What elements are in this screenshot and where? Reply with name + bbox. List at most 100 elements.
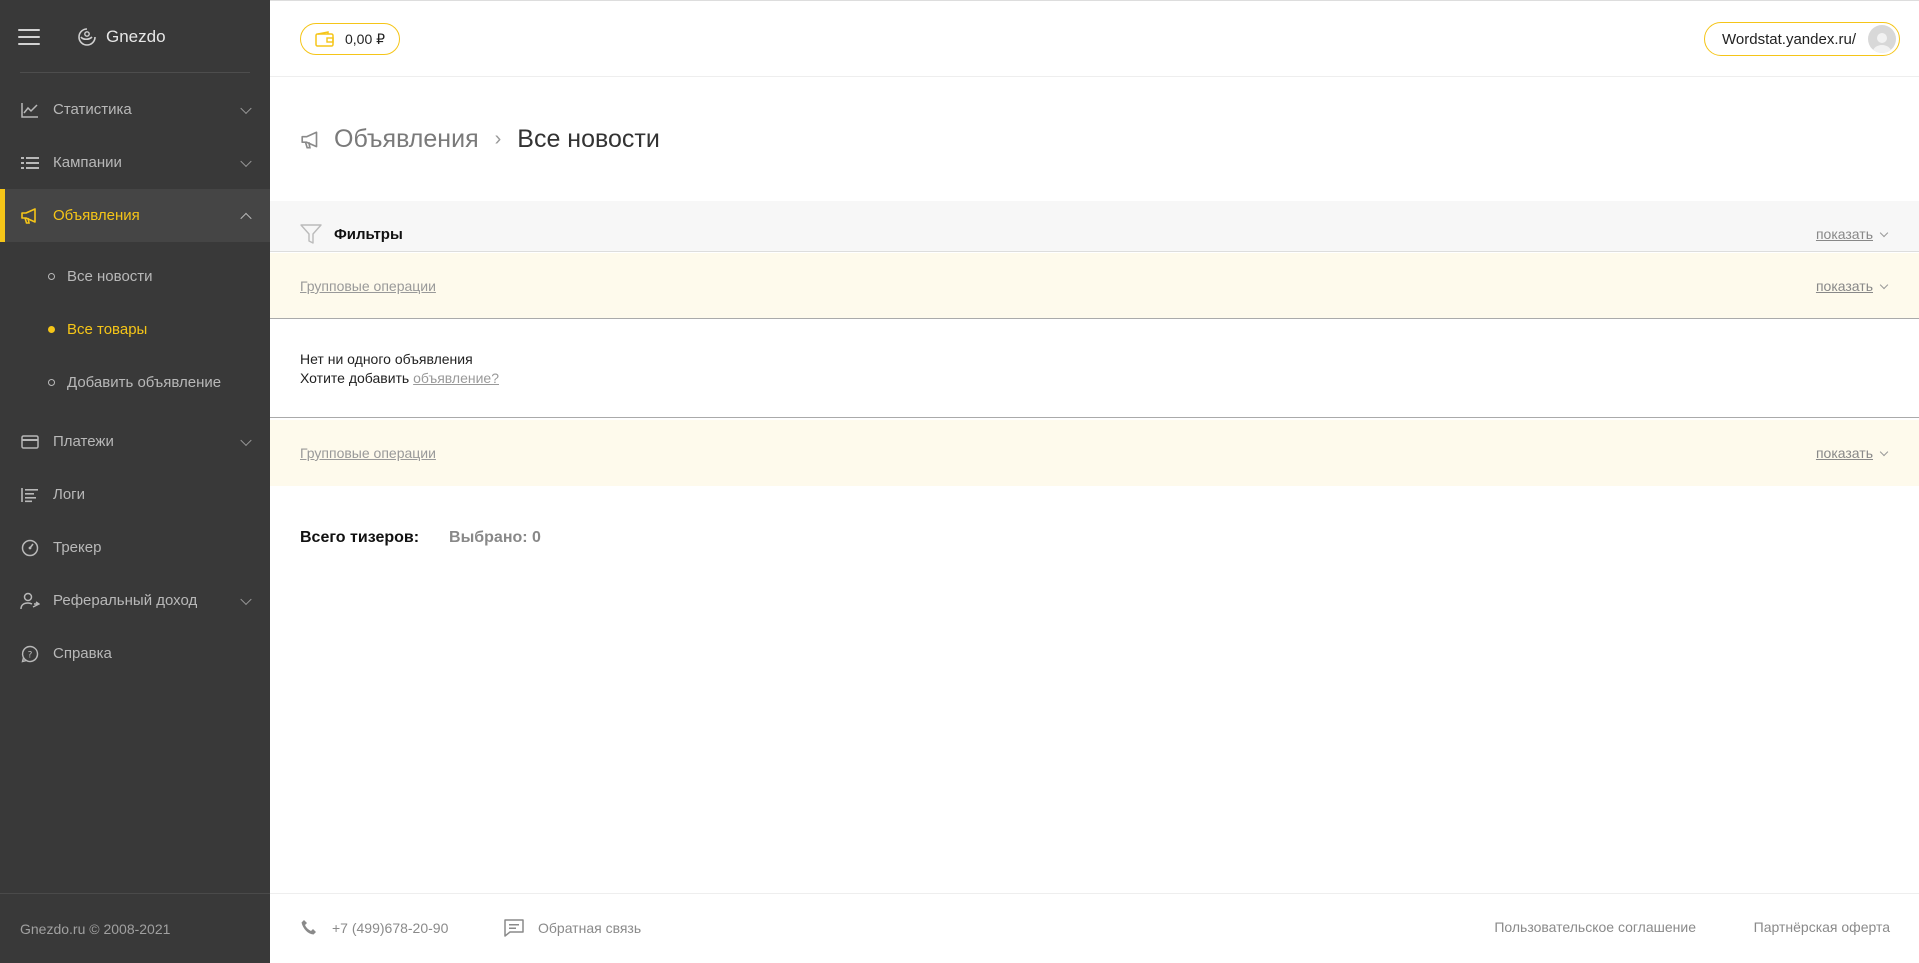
chevron-down-icon	[240, 593, 252, 605]
chevron-up-icon	[240, 212, 252, 224]
site-selector[interactable]: Wordstat.yandex.ru/	[1704, 22, 1900, 56]
subitem-add-ad[interactable]: Добавить объявление	[0, 356, 270, 409]
sidebar-item-ads[interactable]: Объявления	[0, 189, 270, 242]
sidebar-item-label: Реферальный доход	[53, 592, 198, 609]
gauge-icon	[20, 538, 40, 558]
sidebar-item-referral[interactable]: Реферальный доход	[0, 574, 270, 627]
sidebar-footer: Gnezdo.ru © 2008-2021	[0, 893, 270, 963]
offer-label: Партнёрская оферта	[1753, 919, 1890, 935]
empty-message: Нет ни одного объявления	[300, 351, 473, 367]
wallet-icon	[315, 31, 334, 47]
sidebar-nav-lower: Платежи Логи Трекер Реферальный доход ? …	[0, 415, 270, 680]
chevron-down-icon	[240, 434, 252, 446]
group-operations-link[interactable]: Групповые операции	[300, 445, 436, 461]
filter-icon	[300, 224, 322, 244]
group-operations-show-link[interactable]: показать	[1815, 278, 1889, 294]
group-operations-link[interactable]: Групповые операции	[300, 278, 436, 294]
sidebar-item-campaigns[interactable]: Кампании	[0, 136, 270, 189]
sidebar-item-label: Трекер	[53, 539, 102, 556]
phone-icon	[301, 920, 316, 935]
sidebar: Gnezdo Статистика Кампании Объявления Вс…	[0, 0, 270, 963]
filters-panel: Фильтры показать	[270, 201, 1919, 252]
balance-button[interactable]: 0,00 ₽	[300, 23, 401, 55]
show-label: показать	[1815, 445, 1873, 461]
subitem-label: Добавить объявление	[67, 374, 222, 391]
sidebar-item-label: Справка	[53, 645, 112, 662]
top-header: 0,00 ₽ Wordstat.yandex.ru/	[270, 0, 1919, 77]
avatar[interactable]	[1868, 25, 1896, 53]
page-title: Все новости	[517, 125, 660, 153]
bullet-icon	[48, 273, 55, 280]
filters-title: Фильтры	[334, 225, 403, 243]
totals-bar: Всего тизеров: Выбрано: 0	[300, 529, 541, 547]
megaphone-icon	[301, 130, 318, 149]
sidebar-header: Gnezdo	[0, 0, 270, 73]
logs-icon	[20, 485, 40, 505]
sidebar-nav: Статистика Кампании Объявления	[0, 83, 270, 242]
sidebar-item-label: Логи	[53, 486, 86, 503]
sidebar-item-label: Платежи	[53, 433, 114, 450]
subitem-label: Все новости	[67, 268, 153, 285]
group-operations-top: Групповые операции показать	[270, 253, 1919, 319]
show-label: показать	[1815, 278, 1873, 294]
balance-amount: 0,00 ₽	[345, 30, 386, 47]
subitem-all-products[interactable]: Все товары	[0, 303, 270, 356]
site-name: Wordstat.yandex.ru/	[1722, 30, 1856, 48]
footer-offer-link[interactable]: Партнёрская оферта	[1754, 919, 1890, 935]
ads-subnav: Все новости Все товары Добавить объявлен…	[0, 242, 270, 415]
sidebar-item-label: Статистика	[53, 101, 132, 118]
sidebar-item-payments[interactable]: Платежи	[0, 415, 270, 468]
gnezdo-logo-icon	[78, 27, 96, 46]
chevron-down-icon	[1879, 447, 1889, 456]
logo[interactable]: Gnezdo	[76, 27, 166, 47]
filters-header[interactable]: Фильтры	[300, 223, 403, 245]
sidebar-item-label: Объявления	[53, 207, 140, 224]
bullet-icon	[48, 326, 55, 333]
sidebar-item-label: Кампании	[53, 154, 122, 171]
copyright: Gnezdo.ru © 2008-2021	[20, 920, 171, 937]
breadcrumb: Объявления › Все новости	[300, 125, 660, 154]
group-operations-show-link[interactable]: показать	[1815, 445, 1889, 461]
empty-state: Нет ни одного объявления Хотите добавить…	[270, 318, 1919, 418]
add-ad-link[interactable]: объявление?	[413, 370, 499, 386]
footer-agreement-link[interactable]: Пользовательское соглашение	[1494, 919, 1696, 935]
group-operations-bottom: Групповые операции показать	[270, 420, 1919, 486]
megaphone-icon	[20, 206, 40, 226]
divider	[20, 72, 250, 73]
breadcrumb-separator-icon: ›	[494, 128, 502, 150]
chat-icon	[504, 919, 524, 937]
chevron-down-icon	[1879, 280, 1889, 289]
user-avatar-icon	[1872, 33, 1892, 53]
feedback-label: Обратная связь	[538, 920, 642, 936]
empty-prompt: Хотите добавить объявление?	[300, 370, 499, 386]
breadcrumb-parent[interactable]: Объявления	[334, 125, 479, 154]
chevron-down-icon	[240, 155, 252, 167]
empty-prompt-text: Хотите добавить	[300, 370, 414, 386]
sidebar-item-statistics[interactable]: Статистика	[0, 83, 270, 136]
filters-show-link[interactable]: показать	[1815, 226, 1889, 242]
footer-phone[interactable]: +7 (499)678-20-90	[300, 919, 448, 937]
sidebar-item-help[interactable]: ? Справка	[0, 627, 270, 680]
sidebar-item-tracker[interactable]: Трекер	[0, 521, 270, 574]
chevron-down-icon	[1879, 228, 1889, 237]
footer-feedback[interactable]: Обратная связь	[504, 919, 641, 937]
sidebar-item-logs[interactable]: Логи	[0, 468, 270, 521]
selected-count: Выбрано: 0	[449, 529, 541, 546]
page-footer: +7 (499)678-20-90 Обратная связь Пользов…	[270, 893, 1919, 963]
menu-icon[interactable]	[18, 28, 40, 45]
subitem-label: Все товары	[67, 321, 148, 338]
help-icon: ?	[20, 644, 40, 664]
logo-text: Gnezdo	[106, 26, 166, 46]
chart-line-icon	[20, 100, 40, 120]
bullet-icon	[48, 379, 55, 386]
show-label: показать	[1815, 226, 1873, 242]
user-referral-icon	[20, 591, 40, 611]
agreement-label: Пользовательское соглашение	[1494, 919, 1696, 935]
chevron-down-icon	[240, 102, 252, 114]
credit-card-icon	[20, 432, 40, 452]
total-teasers-label: Всего тизеров:	[300, 529, 420, 546]
subitem-all-news[interactable]: Все новости	[0, 250, 270, 303]
svg-text:?: ?	[28, 650, 33, 660]
phone-number: +7 (499)678-20-90	[332, 920, 449, 936]
list-icon	[20, 153, 40, 173]
